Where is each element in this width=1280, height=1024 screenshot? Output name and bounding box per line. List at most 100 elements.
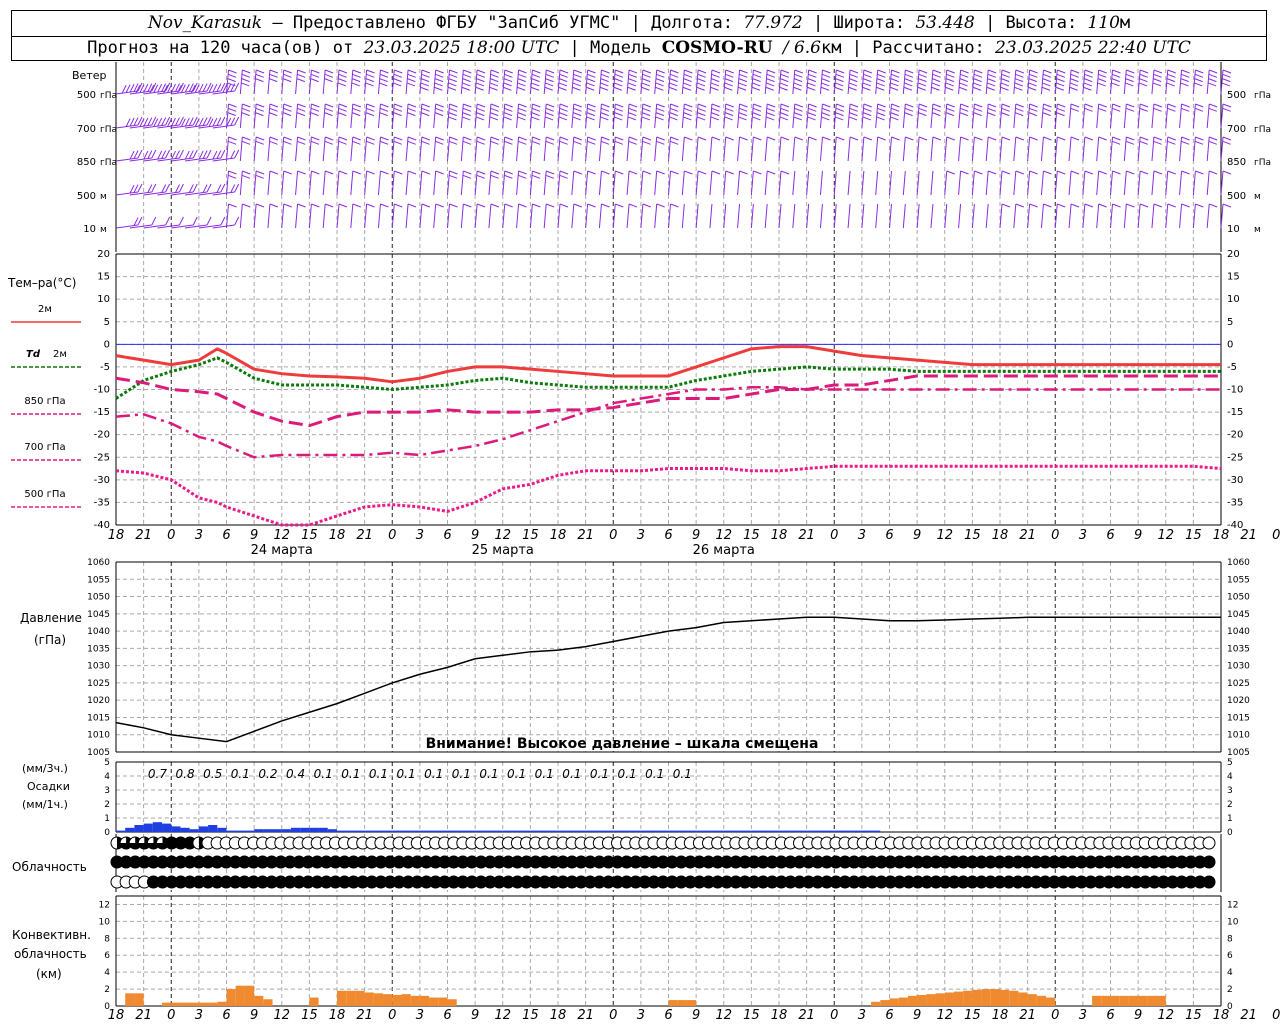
wind-barb — [668, 69, 679, 95]
wind-barb — [253, 69, 265, 95]
wind-feather — [503, 86, 512, 91]
wind-barb — [295, 69, 306, 95]
wind-barb — [764, 103, 776, 129]
wind-feather — [504, 140, 513, 145]
wind-shaft — [1096, 136, 1100, 162]
wind-feather — [476, 174, 485, 179]
wind-barb — [516, 103, 527, 129]
wind-barb — [1179, 170, 1190, 196]
wind-barb — [239, 103, 251, 129]
wind-shaft — [571, 69, 575, 95]
pressure-ytick-left: 1015 — [87, 713, 110, 723]
wind-barb — [847, 103, 859, 129]
wind-feather — [918, 103, 928, 108]
wind-feather — [241, 78, 250, 83]
wind-shaft — [654, 136, 658, 162]
wind-barb — [336, 103, 348, 129]
wind-feather — [407, 140, 416, 145]
wind-feather — [325, 69, 334, 74]
wind-barb — [709, 136, 721, 162]
wind-shaft — [1013, 103, 1017, 129]
wind-feather — [188, 117, 194, 126]
wind-feather — [546, 69, 555, 74]
precip-bar — [760, 830, 770, 832]
wind-feather — [434, 112, 444, 117]
wind-feather — [216, 184, 222, 193]
wind-feather — [1098, 107, 1107, 112]
conv-bar — [364, 992, 374, 1006]
wind-barb — [502, 69, 513, 95]
wind-feather — [932, 136, 942, 141]
wind-feather — [711, 69, 721, 74]
wind-feather — [1057, 69, 1066, 74]
wind-shaft — [1179, 69, 1183, 95]
wind-feather — [613, 86, 622, 91]
x-tick-conv: 0 — [1051, 1008, 1059, 1023]
wind-feather — [1194, 82, 1203, 87]
wind-shaft — [502, 69, 506, 95]
wind-feather — [338, 73, 347, 78]
wind-feather — [849, 73, 858, 78]
wind-shaft — [488, 69, 492, 95]
wind-barb — [474, 170, 486, 196]
wind-barb — [585, 103, 596, 129]
wind-feather — [586, 86, 595, 91]
wind-barb — [737, 136, 748, 162]
wind-feather — [641, 112, 651, 117]
wind-feather — [696, 116, 706, 121]
wind-feather — [171, 83, 176, 93]
pressure-ytick-left: 1030 — [87, 662, 110, 672]
wind-shaft — [322, 136, 326, 162]
wind-barb — [405, 136, 417, 162]
wind-barb — [681, 170, 693, 196]
wind-feather — [614, 73, 624, 78]
wind-feather — [352, 103, 361, 108]
x-tick-conv: 21 — [798, 1008, 815, 1023]
wind-feather — [1056, 73, 1066, 78]
wind-feather — [959, 82, 968, 87]
precip-sum-3h: 0.1 — [231, 767, 250, 781]
wind-barb — [737, 69, 748, 95]
conv-title-1: Конвективн. — [12, 928, 91, 942]
wind-barb — [364, 170, 375, 196]
wind-feather — [1015, 170, 1024, 175]
wind-feather — [338, 78, 347, 83]
legend-label: 700 гПа — [24, 442, 65, 453]
precip-bar — [244, 830, 255, 832]
wind-feather — [737, 86, 747, 91]
wind-shaft — [350, 136, 354, 162]
wind-feather — [212, 83, 218, 93]
precip-bar — [852, 830, 862, 832]
conv-bar — [355, 990, 365, 1006]
conv-bar — [917, 995, 927, 1006]
wind-feather — [752, 73, 762, 78]
wind-feather — [1195, 136, 1204, 141]
conv-bar — [1000, 989, 1010, 1006]
wind-barb — [377, 69, 389, 95]
wind-feather — [973, 107, 983, 112]
wind-shaft — [1096, 69, 1100, 95]
conv-bar — [134, 993, 144, 1006]
wind-barb — [985, 103, 997, 129]
wind-feather — [1056, 107, 1066, 112]
wind-shaft — [543, 136, 547, 162]
wind-feather — [171, 117, 176, 127]
wind-feather — [421, 73, 430, 78]
wind-barb — [433, 203, 444, 229]
wind-feather — [532, 69, 541, 74]
wind-feather — [1167, 140, 1176, 145]
wind-barb — [1013, 203, 1024, 229]
wind-feather — [462, 82, 471, 87]
wind-barb — [1110, 69, 1121, 95]
wind-barb — [1054, 136, 1066, 162]
wind-barb — [253, 136, 265, 162]
wind-feather — [297, 136, 306, 141]
wind-feather — [393, 140, 403, 145]
wind-feather — [835, 112, 844, 117]
wind-shaft — [723, 69, 727, 95]
wind-barb — [958, 103, 969, 129]
wind-feather — [794, 103, 803, 108]
wind-feather — [794, 69, 803, 74]
wind-feather — [987, 112, 996, 117]
wind-feather — [283, 170, 292, 175]
